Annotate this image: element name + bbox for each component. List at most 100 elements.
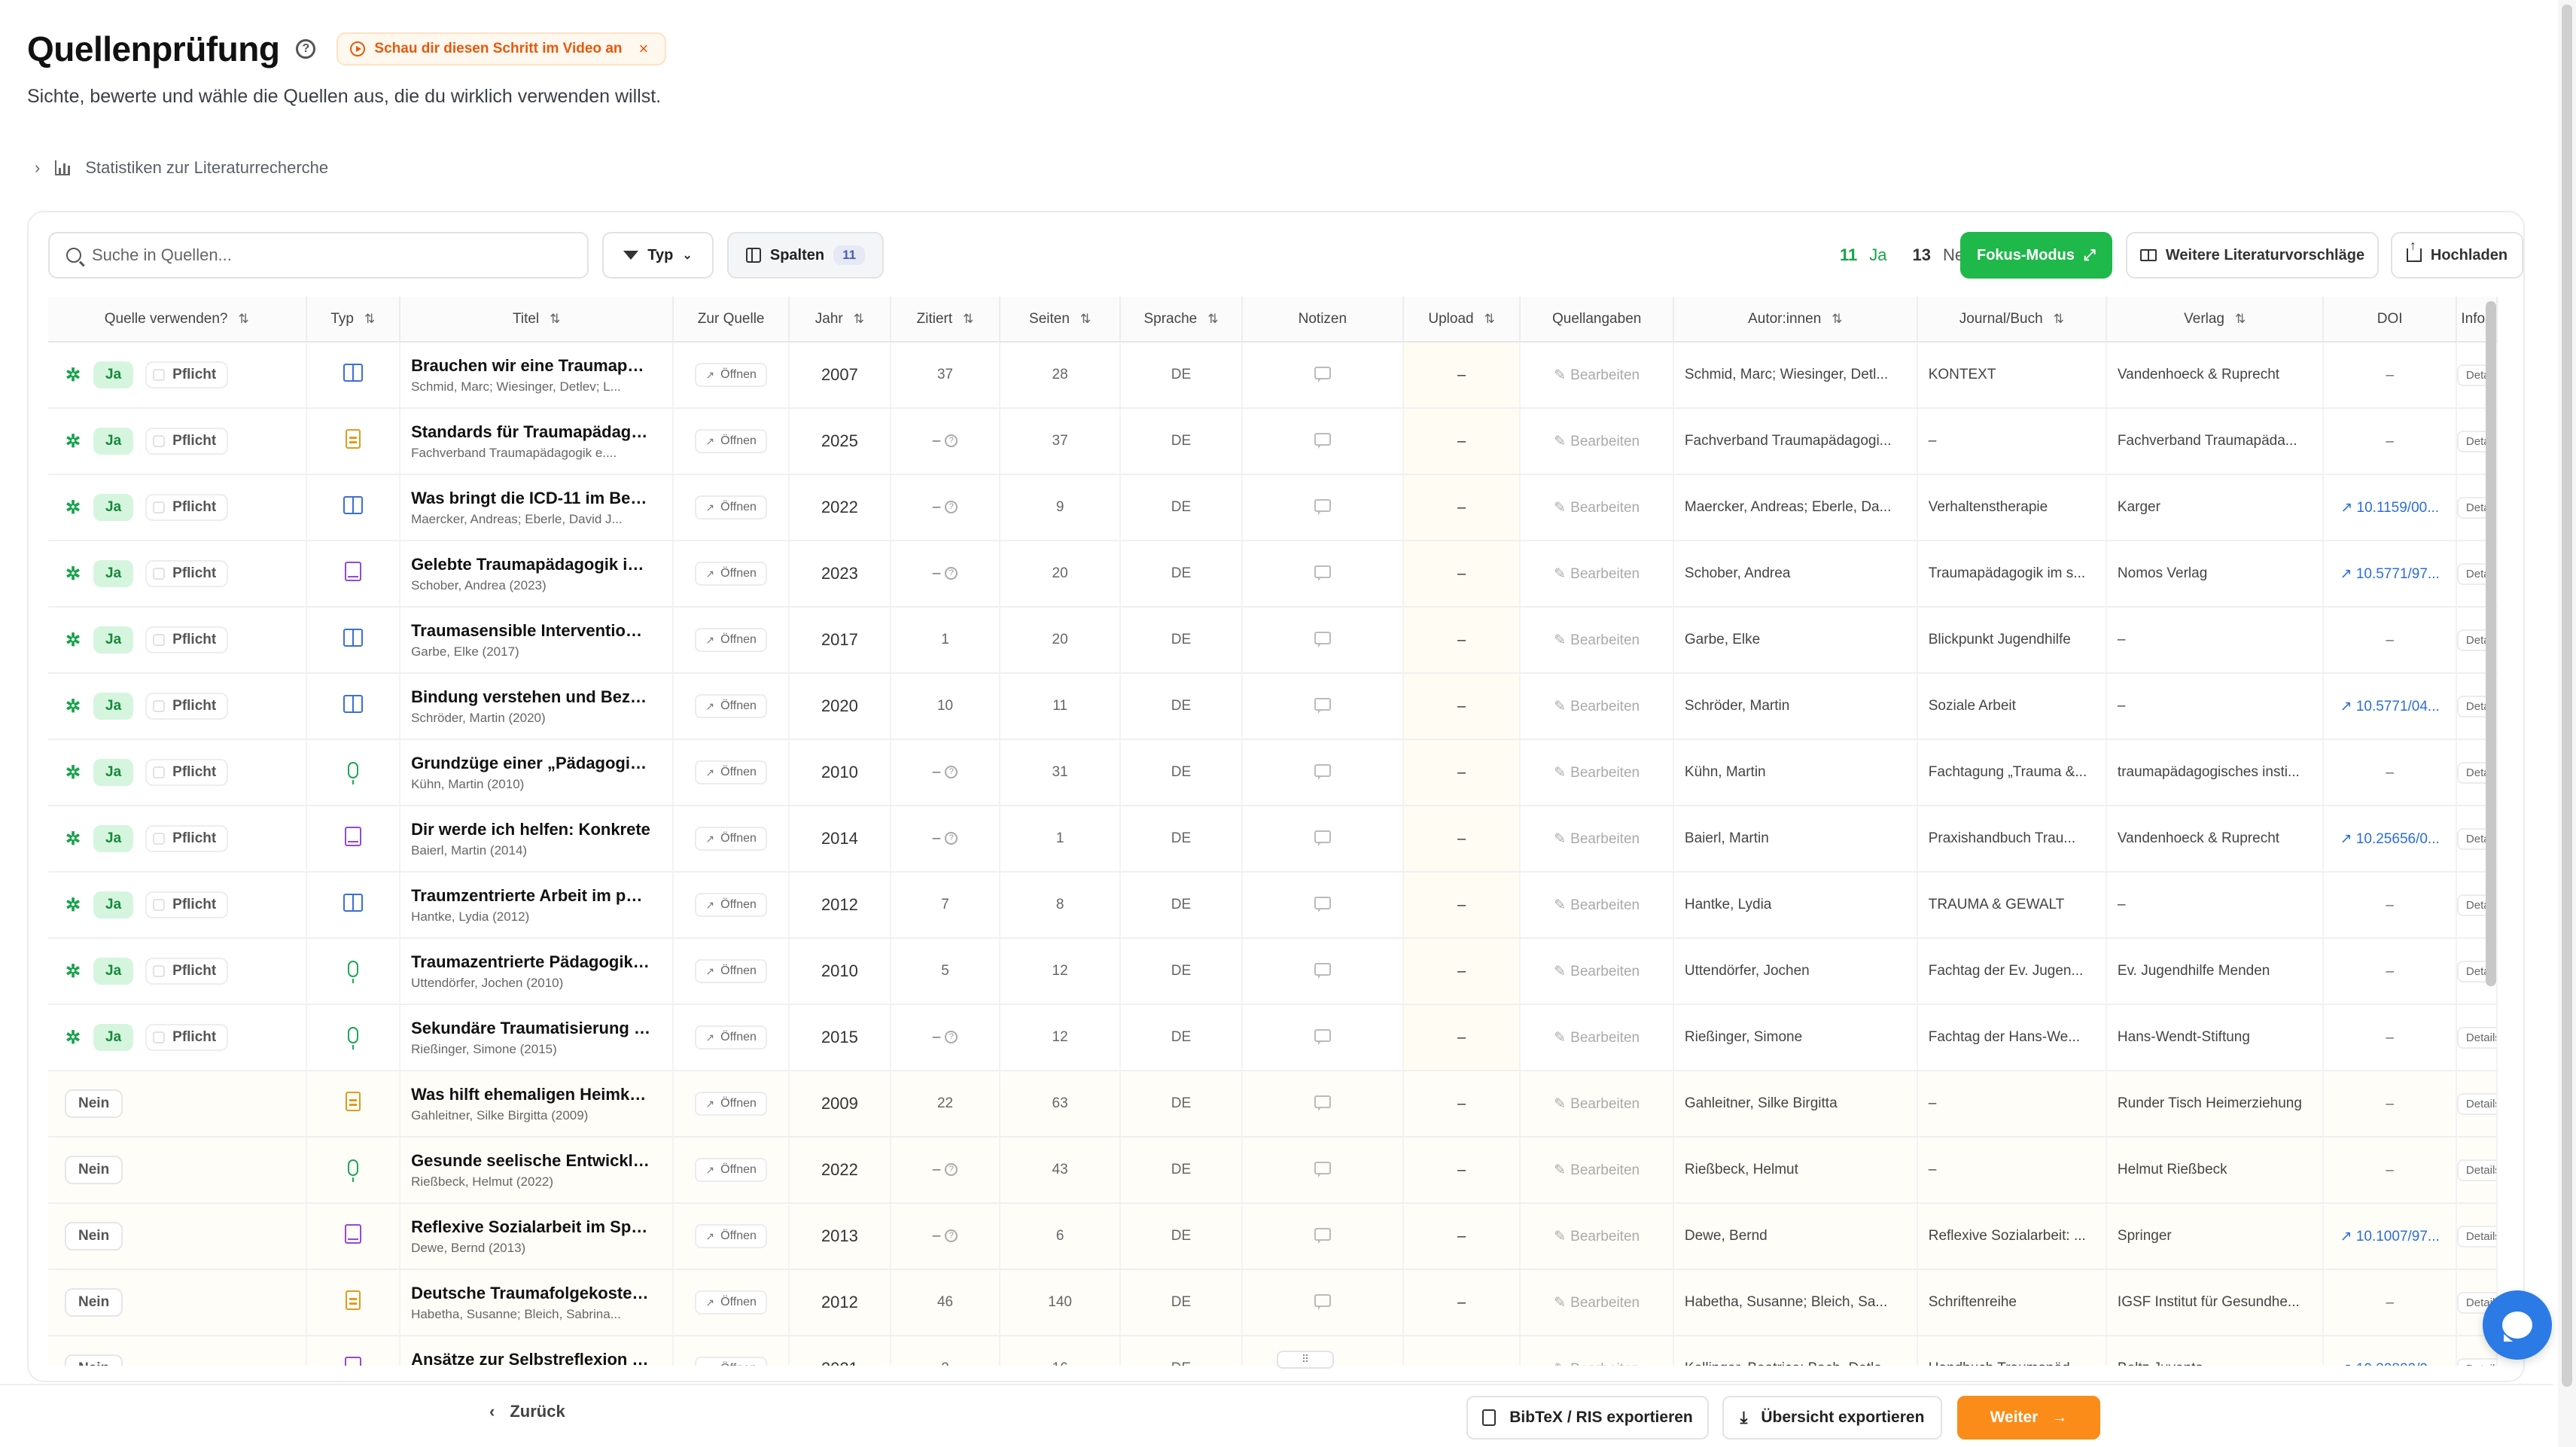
comment-icon[interactable] [1314,498,1331,515]
upload-cell[interactable]: – [1402,806,1521,873]
edit-button[interactable]: Bearbeiten [1570,500,1640,516]
open-source-button[interactable]: ↗ Öffnen [695,1025,767,1049]
type-filter-button[interactable]: Typ ⌄ [602,232,714,279]
details-button[interactable]: Details [2456,1026,2495,1049]
sort-icon[interactable]: ⇅ [854,312,864,326]
comment-icon[interactable] [1314,1095,1331,1111]
upload-cell[interactable]: – [1402,342,1521,409]
ja-toggle[interactable]: Ja [93,428,134,455]
sort-icon[interactable]: ⇅ [2235,312,2246,326]
source-title[interactable]: Traumazentrierte Pädagogik in [411,952,650,972]
close-icon[interactable]: × [639,39,649,59]
source-title[interactable]: Standards für Traumapädagogik [411,422,650,442]
sort-icon[interactable]: ⇅ [1207,312,1218,326]
column-header[interactable]: Quelle verwenden? ⇅ [48,297,307,343]
required-toggle[interactable]: Pflicht [145,626,229,653]
required-toggle[interactable]: Pflicht [145,560,229,587]
source-title[interactable]: Dir werde ich helfen: Konkrete [411,820,650,839]
details-button[interactable]: Details [2456,1092,2495,1115]
comment-icon[interactable] [1314,631,1331,647]
column-header[interactable]: Verlag ⇅ [2106,297,2325,343]
ja-toggle[interactable]: Ja [93,958,134,985]
ja-toggle[interactable]: Ja [93,759,134,786]
overview-export-button[interactable]: ⤓ Übersicht exportieren [1722,1396,1942,1439]
open-source-button[interactable]: ↗ Öffnen [695,1158,767,1182]
upload-button[interactable]: Hochladen [2391,232,2523,279]
checkbox[interactable] [153,369,166,381]
edit-button[interactable]: Bearbeiten [1570,831,1640,847]
columns-button[interactable]: Spalten 11 [727,232,884,279]
column-header[interactable]: Sprache ⇅ [1120,297,1243,343]
comment-icon[interactable] [1314,830,1331,846]
edit-button[interactable]: Bearbeiten [1570,632,1640,648]
sort-icon[interactable]: ⇅ [238,312,248,326]
source-title[interactable]: Traumzentrierte Arbeit im psycho [411,886,650,906]
doi-link[interactable]: ↗ 10.5771/97... [2340,566,2440,582]
source-title[interactable]: Ansätze zur Selbstreflexion in der [411,1350,650,1366]
comment-icon[interactable] [1314,962,1331,979]
edit-button[interactable]: Bearbeiten [1570,1229,1640,1244]
info-icon[interactable]: ? [945,1229,958,1243]
edit-button[interactable]: Bearbeiten [1570,367,1640,383]
nein-toggle[interactable]: Nein [65,1222,123,1251]
sort-icon[interactable]: ⇅ [1080,312,1091,326]
edit-button[interactable]: Bearbeiten [1570,434,1640,449]
ja-toggle[interactable]: Ja [93,626,134,653]
comment-icon[interactable] [1314,1161,1331,1177]
comment-icon[interactable] [1314,697,1331,714]
chat-button[interactable] [2483,1290,2552,1360]
search-input[interactable] [92,245,559,265]
ja-toggle[interactable]: Ja [93,1024,134,1051]
source-title[interactable]: Sekundäre Traumatisierung bei [411,1019,650,1038]
checkbox[interactable] [153,700,166,712]
info-icon[interactable]: ? [945,434,958,448]
source-title[interactable]: Bindung verstehen und Beziehung [411,687,650,707]
next-button[interactable]: Weiter → [1957,1396,2100,1439]
ja-toggle[interactable]: Ja [93,693,134,720]
info-icon[interactable]: ? [945,1031,958,1044]
column-header[interactable]: Seiten ⇅ [1000,297,1122,343]
edit-button[interactable]: Bearbeiten [1570,897,1640,913]
required-toggle[interactable]: Pflicht [145,693,229,720]
help-icon[interactable]: ? [296,39,316,59]
doi-link[interactable]: ↗ 10.30820/9... [2340,1361,2440,1366]
info-icon[interactable]: ? [945,501,958,514]
checkbox[interactable] [153,766,166,778]
nein-toggle[interactable]: Nein [65,1156,123,1184]
required-toggle[interactable]: Pflicht [145,1024,229,1051]
open-source-button[interactable]: ↗ Öffnen [695,1357,767,1366]
comment-icon[interactable] [1314,1293,1331,1310]
column-header[interactable]: Jahr ⇅ [788,297,891,343]
open-source-button[interactable]: ↗ Öffnen [695,495,767,519]
edit-button[interactable]: Bearbeiten [1570,699,1640,714]
edit-button[interactable]: Bearbeiten [1570,1361,1640,1366]
edit-button[interactable]: Bearbeiten [1570,1096,1640,1112]
required-toggle[interactable]: Pflicht [145,825,229,852]
open-source-button[interactable]: ↗ Öffnen [695,1290,767,1314]
page-scrollbar-thumb[interactable] [2562,5,2572,1387]
upload-cell[interactable]: – [1402,673,1521,740]
open-source-button[interactable]: ↗ Öffnen [695,893,767,917]
doi-link[interactable]: ↗ 10.25656/0... [2340,831,2440,847]
comment-icon[interactable] [1314,1028,1331,1045]
info-icon[interactable]: ? [945,832,958,845]
open-source-button[interactable]: ↗ Öffnen [695,628,767,652]
sort-icon[interactable]: ⇅ [550,312,560,326]
ja-toggle[interactable]: Ja [93,494,134,521]
focus-mode-button[interactable]: Fokus-Modus ⤢ [1960,232,2112,279]
required-toggle[interactable]: Pflicht [145,494,229,521]
source-title[interactable]: Traumasensible Interventionen [411,621,650,641]
required-toggle[interactable]: Pflicht [145,759,229,786]
source-title[interactable]: Deutsche Traumafolgekostenstudie [411,1284,650,1303]
comment-icon[interactable] [1314,366,1331,382]
source-title[interactable]: Was hilft ehemaligen Heimkindern [411,1085,650,1104]
upload-cell[interactable]: – [1402,1203,1521,1270]
ja-toggle[interactable]: Ja [93,891,134,918]
open-source-button[interactable]: ↗ Öffnen [695,694,767,718]
bibtex-export-button[interactable]: BibTeX / RIS exportieren [1466,1396,1709,1439]
open-source-button[interactable]: ↗ Öffnen [695,760,767,784]
ja-toggle[interactable]: Ja [93,361,134,388]
open-source-button[interactable]: ↗ Öffnen [695,1224,767,1248]
back-button[interactable]: ‹ Zurück [489,1402,565,1421]
ja-toggle[interactable]: Ja [93,825,134,852]
